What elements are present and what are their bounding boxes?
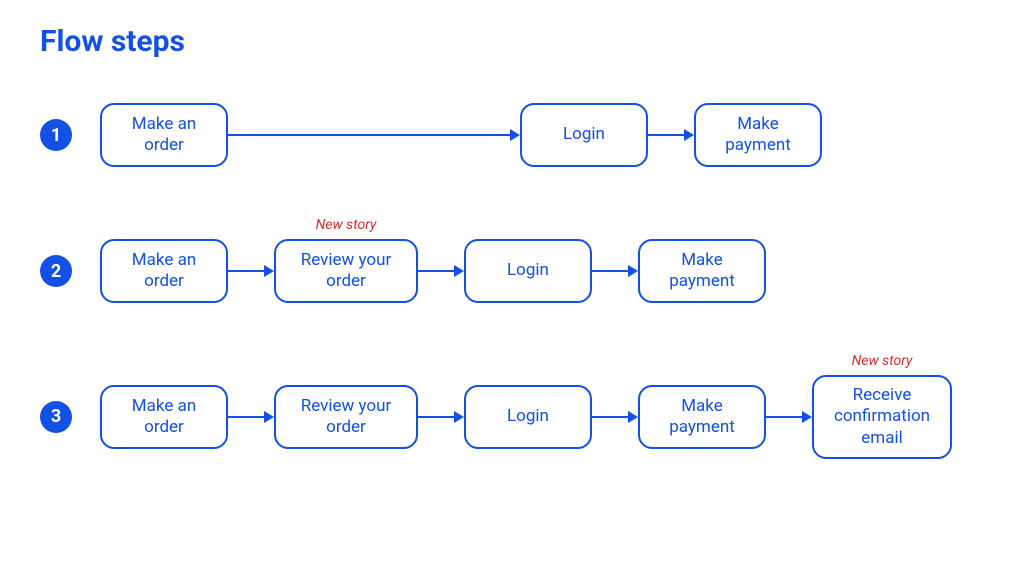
flow-row: 2 Make an order New storyReview your order… xyxy=(40,239,984,303)
flow-step-box: Make payment xyxy=(694,103,822,167)
arrow-icon xyxy=(592,411,638,423)
flow-step: Login xyxy=(464,239,592,303)
arrow-icon xyxy=(648,129,694,141)
flow-step: Login xyxy=(520,103,648,167)
arrow-icon xyxy=(418,411,464,423)
page-title: Flow steps xyxy=(40,24,984,59)
flow-row: 3 Make an order Review your order Login Make… xyxy=(40,375,984,459)
flow-row: 1 Make an order Login Make payment xyxy=(40,103,984,167)
arrow-icon xyxy=(228,129,520,141)
flow-step-box: Receive confirmation email xyxy=(812,375,952,459)
flow-step-box: Login xyxy=(520,103,648,167)
flow-step-box: Make an order xyxy=(100,239,228,303)
flow-step: New storyReview your order xyxy=(274,239,418,303)
flow-step: Review your order xyxy=(274,385,418,449)
flow-step-box: Review your order xyxy=(274,385,418,449)
flow-step-box: Login xyxy=(464,385,592,449)
flow-step-box: Login xyxy=(464,239,592,303)
flow-step: Login xyxy=(464,385,592,449)
flow-step: Make payment xyxy=(694,103,822,167)
flow-step-box: Review your order xyxy=(274,239,418,303)
flow-step-box: Make payment xyxy=(638,239,766,303)
flow-step-box: Make an order xyxy=(100,103,228,167)
arrow-icon xyxy=(418,265,464,277)
new-story-annotation: New story xyxy=(274,217,418,233)
arrow-icon xyxy=(228,265,274,277)
step-number-badge: 2 xyxy=(40,255,72,287)
flow-step-box: Make payment xyxy=(638,385,766,449)
arrow-icon xyxy=(228,411,274,423)
step-number-badge: 1 xyxy=(40,119,72,151)
flow-step-box: Make an order xyxy=(100,385,228,449)
new-story-annotation: New story xyxy=(812,353,952,369)
arrow-icon xyxy=(592,265,638,277)
flow-step: Make an order xyxy=(100,103,228,167)
flow-step: Make payment xyxy=(638,239,766,303)
step-number-badge: 3 xyxy=(40,401,72,433)
arrow-icon xyxy=(766,411,812,423)
flow-step: New storyReceive confirmation email xyxy=(812,375,952,459)
flow-step: Make payment xyxy=(638,385,766,449)
flows-container: 1 Make an order Login Make payment 2 Make an … xyxy=(40,103,984,459)
flow-step: Make an order xyxy=(100,239,228,303)
flow-step: Make an order xyxy=(100,385,228,449)
